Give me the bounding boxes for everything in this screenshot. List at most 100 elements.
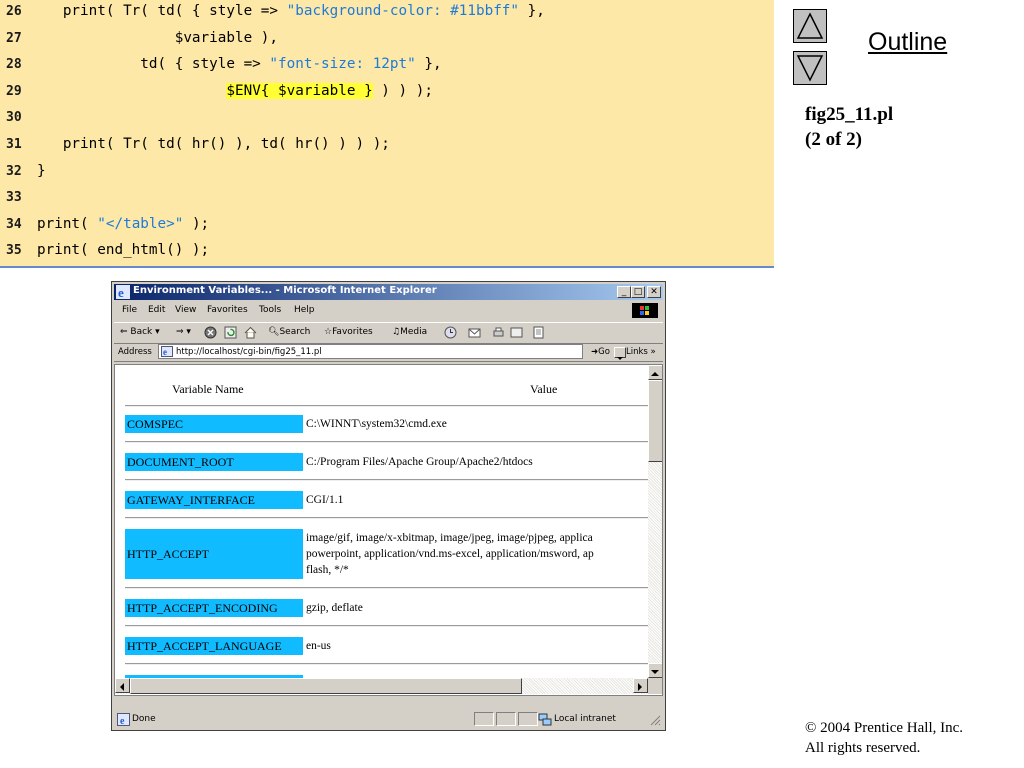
vertical-scroll-thumb[interactable] bbox=[648, 380, 662, 462]
window-title: Environment Variables... - Microsoft Int… bbox=[133, 285, 437, 296]
copyright-line-1: © 2004 Prentice Hall, Inc. bbox=[805, 720, 964, 736]
code-line: 33 bbox=[0, 186, 774, 212]
table-row: HTTP_ACCEPT_LANGUAGE en-us bbox=[125, 637, 648, 655]
edit-icon[interactable] bbox=[510, 326, 523, 339]
home-icon[interactable] bbox=[244, 326, 257, 339]
line-number: 31 bbox=[6, 137, 22, 152]
next-slide-button[interactable] bbox=[793, 51, 827, 85]
svg-text:e: e bbox=[120, 716, 125, 726]
stop-icon[interactable] bbox=[204, 326, 217, 339]
code-text: print( "</table>" ); bbox=[37, 216, 209, 232]
mail-icon[interactable] bbox=[468, 326, 481, 339]
code-line: 29 $ENV{ $variable } ) ) ); bbox=[0, 80, 774, 106]
discuss-icon[interactable] bbox=[532, 326, 545, 339]
table-row: GATEWAY_INTERFACE CGI/1.1 bbox=[125, 491, 648, 509]
forward-button[interactable]: ⇒ ▾ bbox=[176, 327, 191, 337]
refresh-icon[interactable] bbox=[224, 326, 237, 339]
windows-logo-icon bbox=[632, 303, 658, 318]
code-line: 31 print( Tr( td( hr() ), td( hr() ) ) )… bbox=[0, 133, 774, 159]
outline-link[interactable]: Outline bbox=[868, 28, 947, 57]
code-segment: }, bbox=[519, 3, 545, 19]
row-divider bbox=[125, 625, 648, 627]
address-dropdown-button[interactable] bbox=[614, 347, 626, 360]
scroll-up-button[interactable] bbox=[648, 365, 662, 380]
status-text: Done bbox=[132, 714, 156, 724]
code-segment: print( bbox=[37, 215, 98, 232]
variable-value-cell: C:/Program Files/Apache Group/Apache2/ht… bbox=[306, 454, 648, 470]
media-label: Media bbox=[400, 327, 428, 337]
figure-name: fig25_11.pl bbox=[805, 104, 894, 125]
links-button[interactable]: Links » bbox=[626, 347, 656, 357]
menu-help[interactable]: Help bbox=[294, 305, 315, 315]
code-text: $variable ), bbox=[37, 30, 278, 46]
table-row: HTTP_ACCEPT image/gif, image/x-xbitmap, i… bbox=[125, 529, 648, 579]
status-pane bbox=[518, 712, 538, 726]
code-text: print( Tr( td( hr() ), td( hr() ) ) ); bbox=[37, 136, 390, 152]
header-variable-name: Variable Name bbox=[172, 382, 244, 396]
line-number: 29 bbox=[6, 83, 22, 99]
line-number: 32 bbox=[6, 163, 22, 179]
copyright: © 2004 Prentice Hall, Inc. All rights re… bbox=[805, 718, 963, 758]
variable-name-cell: HTTP_ACCEPT_LANGUAGE bbox=[125, 637, 303, 655]
menu-tools[interactable]: Tools bbox=[259, 305, 281, 315]
variable-name-cell: GATEWAY_INTERFACE bbox=[125, 491, 303, 509]
status-pane bbox=[474, 712, 494, 726]
menu-favorites[interactable]: Favorites bbox=[207, 305, 248, 315]
code-segment: }, bbox=[415, 56, 442, 73]
search-label: Search bbox=[279, 327, 311, 337]
code-text: print( Tr( td( { style => "background-co… bbox=[37, 3, 545, 19]
vertical-scrollbar[interactable] bbox=[648, 365, 662, 678]
string-literal: "</table>" bbox=[97, 215, 184, 232]
scroll-left-arrow-icon bbox=[120, 683, 124, 691]
media-button[interactable]: ♫Media bbox=[392, 327, 427, 337]
horizontal-scrollbar[interactable] bbox=[115, 678, 648, 694]
row-divider bbox=[125, 405, 648, 407]
menu-edit[interactable]: Edit bbox=[148, 305, 165, 315]
back-button[interactable]: ⇐ Back ▾ bbox=[120, 327, 160, 337]
code-segment: $variable ), bbox=[37, 29, 279, 46]
row-divider bbox=[125, 587, 648, 589]
menu-view[interactable]: View bbox=[175, 305, 196, 315]
scroll-right-button[interactable] bbox=[633, 678, 648, 693]
favorites-label: Favorites bbox=[332, 327, 373, 337]
scroll-down-button[interactable] bbox=[648, 663, 662, 678]
svg-text:e: e bbox=[118, 285, 124, 299]
address-bar: Address e http://localhost/cgi-bin/fig25… bbox=[114, 343, 663, 362]
previous-slide-button[interactable] bbox=[793, 9, 827, 43]
search-button[interactable]: 🔍︎Search bbox=[268, 327, 310, 337]
status-pane bbox=[496, 712, 516, 726]
code-text: $ENV{ $variable } ) ) ); bbox=[37, 82, 433, 99]
go-button[interactable]: ➜Go bbox=[591, 347, 610, 357]
scrollbar-corner bbox=[648, 678, 662, 694]
copyright-line-2: All rights reserved. bbox=[805, 740, 921, 756]
scroll-left-button[interactable] bbox=[115, 678, 130, 693]
menu-file[interactable]: File bbox=[122, 305, 137, 315]
title-bar[interactable]: e Environment Variables... - Microsoft I… bbox=[114, 284, 663, 300]
code-segment: td( { style => bbox=[37, 56, 270, 73]
figure-caption: fig25_11.pl (2 of 2) bbox=[805, 102, 893, 152]
horizontal-scroll-thumb[interactable] bbox=[130, 678, 522, 694]
variable-name-cell: HTTP_ACCEPT_ENCODING bbox=[125, 599, 303, 617]
links-label: Links bbox=[626, 347, 648, 357]
back-label: Back bbox=[130, 327, 153, 337]
value-line: CGI/1.1 bbox=[306, 494, 344, 506]
close-button[interactable]: ✕ bbox=[647, 286, 661, 298]
maximize-button[interactable]: □ bbox=[631, 286, 645, 298]
history-icon[interactable] bbox=[444, 326, 457, 339]
header-value: Value bbox=[530, 382, 558, 396]
line-number: 28 bbox=[6, 57, 22, 73]
line-number: 30 bbox=[6, 110, 22, 126]
print-icon[interactable] bbox=[492, 326, 505, 339]
chevron-down-icon bbox=[617, 357, 623, 360]
go-label: Go bbox=[598, 347, 610, 357]
resize-grip-icon[interactable] bbox=[649, 714, 661, 726]
table-row: COMSPEC C:\WINNT\system32\cmd.exe bbox=[125, 415, 648, 433]
down-arrow-icon bbox=[796, 55, 824, 82]
minimize-button[interactable]: _ bbox=[617, 286, 631, 298]
variable-value-cell: CGI/1.1 bbox=[306, 492, 648, 508]
scroll-right-arrow-icon bbox=[638, 683, 642, 691]
variable-value-cell: image/gif, image/x-xbitmap, image/jpeg, … bbox=[306, 530, 648, 578]
row-divider bbox=[125, 663, 648, 665]
address-input[interactable]: e http://localhost/cgi-bin/fig25_11.pl bbox=[158, 344, 626, 360]
favorites-button[interactable]: ☆Favorites bbox=[324, 327, 373, 337]
